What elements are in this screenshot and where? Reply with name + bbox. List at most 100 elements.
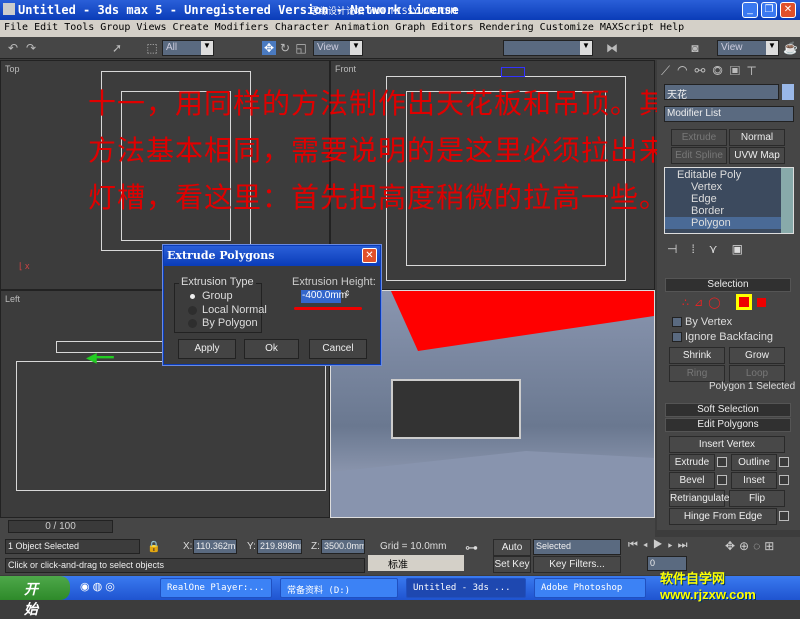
key-mode-dropdown[interactable]: Selected bbox=[533, 539, 621, 555]
ime-toolbar[interactable]: 标准 bbox=[368, 555, 464, 571]
object-color-swatch[interactable] bbox=[782, 84, 794, 100]
ok-button[interactable]: Ok bbox=[244, 339, 299, 359]
inset-settings-button[interactable] bbox=[779, 475, 789, 485]
insert-vertex-button[interactable]: Insert Vertex bbox=[669, 436, 785, 453]
undo-icon[interactable]: ↶ bbox=[6, 41, 20, 55]
extrude-modifier-button[interactable]: Extrude bbox=[671, 129, 727, 146]
key-icon[interactable]: ⊶ bbox=[465, 540, 478, 556]
menu-modifiers[interactable]: Modifiers bbox=[215, 22, 269, 33]
modifier-stack[interactable]: Editable Poly Vertex Edge Border Polygon bbox=[664, 167, 794, 234]
stack-item[interactable]: Editable Poly bbox=[665, 168, 793, 181]
playback-icons[interactable]: ⏮◂▶▸⏭ bbox=[628, 539, 693, 552]
hinge-settings-button[interactable] bbox=[779, 511, 789, 521]
subobject-icons[interactable]: ∴⊿◯ bbox=[682, 296, 726, 309]
region-select-icon[interactable]: ⬚ bbox=[145, 41, 159, 55]
flip-button[interactable]: Flip bbox=[729, 490, 785, 507]
modifier-list-dropdown[interactable]: Modifier List bbox=[664, 106, 794, 122]
outline-settings-button[interactable] bbox=[779, 457, 789, 467]
uvw-map-button[interactable]: UVW Map bbox=[729, 147, 785, 164]
stack-scrollbar[interactable] bbox=[781, 168, 793, 233]
task-folder[interactable]: 常备资料 (D:) bbox=[280, 578, 398, 598]
stack-item[interactable]: Edge bbox=[665, 193, 793, 205]
element-subobject-icon[interactable] bbox=[757, 298, 766, 307]
menu-edit[interactable]: Edit bbox=[34, 22, 58, 33]
stack-tools-icons[interactable]: ⊣⁞⋎▣ bbox=[667, 242, 792, 256]
radio-group[interactable] bbox=[190, 294, 195, 299]
radio-local-normal[interactable] bbox=[188, 306, 197, 315]
soft-selection-rollout-header[interactable]: Soft Selection bbox=[665, 403, 791, 417]
key-filters-button[interactable]: Key Filters... bbox=[533, 556, 621, 573]
lock-icon[interactable]: 🔒 bbox=[147, 540, 161, 553]
task-realone[interactable]: RealOne Player:... bbox=[160, 578, 272, 598]
task-photoshop[interactable]: Adobe Photoshop bbox=[534, 578, 646, 598]
restore-button[interactable]: ❐ bbox=[761, 2, 777, 18]
select-icon[interactable]: ➚ bbox=[110, 41, 124, 55]
spinner-icon[interactable]: ⇕ bbox=[344, 289, 351, 298]
auto-key-button[interactable]: Auto Key bbox=[493, 539, 531, 568]
set-key-button[interactable]: Set Key bbox=[493, 556, 531, 573]
extrude-button[interactable]: Extrude bbox=[669, 454, 715, 471]
object-name-input[interactable]: 天花 bbox=[664, 84, 779, 100]
retriangulate-button[interactable]: Retriangulate bbox=[669, 490, 729, 507]
render-icon[interactable]: ◙ bbox=[688, 41, 702, 55]
menu-file[interactable]: File bbox=[4, 22, 28, 33]
menu-graph-editors[interactable]: Graph Editors bbox=[395, 22, 473, 33]
by-vertex-checkbox[interactable] bbox=[672, 317, 682, 327]
bevel-settings-button[interactable] bbox=[717, 475, 727, 485]
mirror-icon[interactable]: ⧓ bbox=[605, 41, 619, 55]
quick-launch-icons[interactable]: ◉◍◎ bbox=[80, 580, 118, 593]
stack-item[interactable]: Border bbox=[665, 205, 793, 217]
menu-customize[interactable]: Customize bbox=[540, 22, 594, 33]
z-coord-field[interactable]: 3500.0mm bbox=[321, 539, 365, 554]
menu-character[interactable]: Character bbox=[275, 22, 329, 33]
menu-tools[interactable]: Tools bbox=[64, 22, 94, 33]
minimize-button[interactable]: _ bbox=[742, 2, 758, 18]
stack-item[interactable]: Vertex bbox=[665, 181, 793, 193]
view-dropdown[interactable]: View bbox=[717, 40, 779, 56]
extrude-settings-button[interactable] bbox=[717, 457, 727, 467]
edit-spline-button[interactable]: Edit Spline bbox=[671, 147, 727, 164]
stack-item-selected[interactable]: Polygon bbox=[665, 217, 793, 229]
ring-button[interactable]: Ring bbox=[669, 365, 725, 382]
menu-rendering[interactable]: Rendering bbox=[479, 22, 533, 33]
radio-by-polygon[interactable] bbox=[188, 319, 197, 328]
menu-maxscript[interactable]: MAXScript bbox=[600, 22, 654, 33]
scale-icon[interactable]: ◱ bbox=[294, 41, 308, 55]
selection-filter-dropdown[interactable]: All bbox=[162, 40, 214, 56]
inset-button[interactable]: Inset bbox=[731, 472, 777, 489]
viewport-nav-icons[interactable]: ✥⊕◌⊞ bbox=[725, 539, 778, 553]
panel-tabs[interactable]: ⟋◠⚯◎▣⊤ bbox=[661, 63, 799, 81]
menu-views[interactable]: Views bbox=[136, 22, 166, 33]
redo-icon[interactable]: ↷ bbox=[24, 41, 38, 55]
rotate-icon[interactable]: ↻ bbox=[278, 41, 292, 55]
polygon-subobject-icon[interactable] bbox=[736, 294, 752, 310]
edit-polygons-rollout-header[interactable]: Edit Polygons bbox=[665, 418, 791, 432]
move-icon[interactable]: ✥ bbox=[262, 41, 276, 55]
start-button[interactable]: 开始 bbox=[0, 576, 70, 617]
time-slider[interactable]: 0 / 100 bbox=[8, 520, 113, 533]
grow-button[interactable]: Grow bbox=[729, 347, 785, 364]
dialog-close-button[interactable]: ✕ bbox=[362, 248, 377, 263]
normal-modifier-button[interactable]: Normal bbox=[729, 129, 785, 146]
task-3dsmax[interactable]: Untitled - 3ds ... bbox=[406, 578, 526, 598]
menu-help[interactable]: Help bbox=[660, 22, 684, 33]
menu-animation[interactable]: Animation bbox=[335, 22, 389, 33]
selection-rollout-header[interactable]: Selection bbox=[665, 278, 791, 292]
menu-group[interactable]: Group bbox=[100, 22, 130, 33]
close-button[interactable]: ✕ bbox=[780, 2, 796, 18]
quick-render-icon[interactable]: ☕ bbox=[783, 41, 798, 55]
ignore-backfacing-checkbox[interactable] bbox=[672, 332, 682, 342]
bevel-button[interactable]: Bevel bbox=[669, 472, 715, 489]
shrink-button[interactable]: Shrink bbox=[669, 347, 725, 364]
menu-create[interactable]: Create bbox=[173, 22, 209, 33]
y-coord-field[interactable]: 219.898mm bbox=[257, 539, 302, 554]
apply-button[interactable]: Apply bbox=[178, 339, 236, 359]
loop-button[interactable]: Loop bbox=[729, 365, 785, 382]
hinge-from-edge-button[interactable]: Hinge From Edge bbox=[669, 508, 777, 525]
cancel-button[interactable]: Cancel bbox=[309, 339, 367, 359]
outline-button[interactable]: Outline bbox=[731, 454, 777, 471]
x-coord-field[interactable]: 110.362mm bbox=[193, 539, 237, 554]
named-selection-dropdown[interactable] bbox=[503, 40, 593, 56]
extrusion-height-input[interactable]: -400.0mm bbox=[301, 290, 347, 303]
reference-coord-dropdown[interactable]: View bbox=[313, 40, 363, 56]
